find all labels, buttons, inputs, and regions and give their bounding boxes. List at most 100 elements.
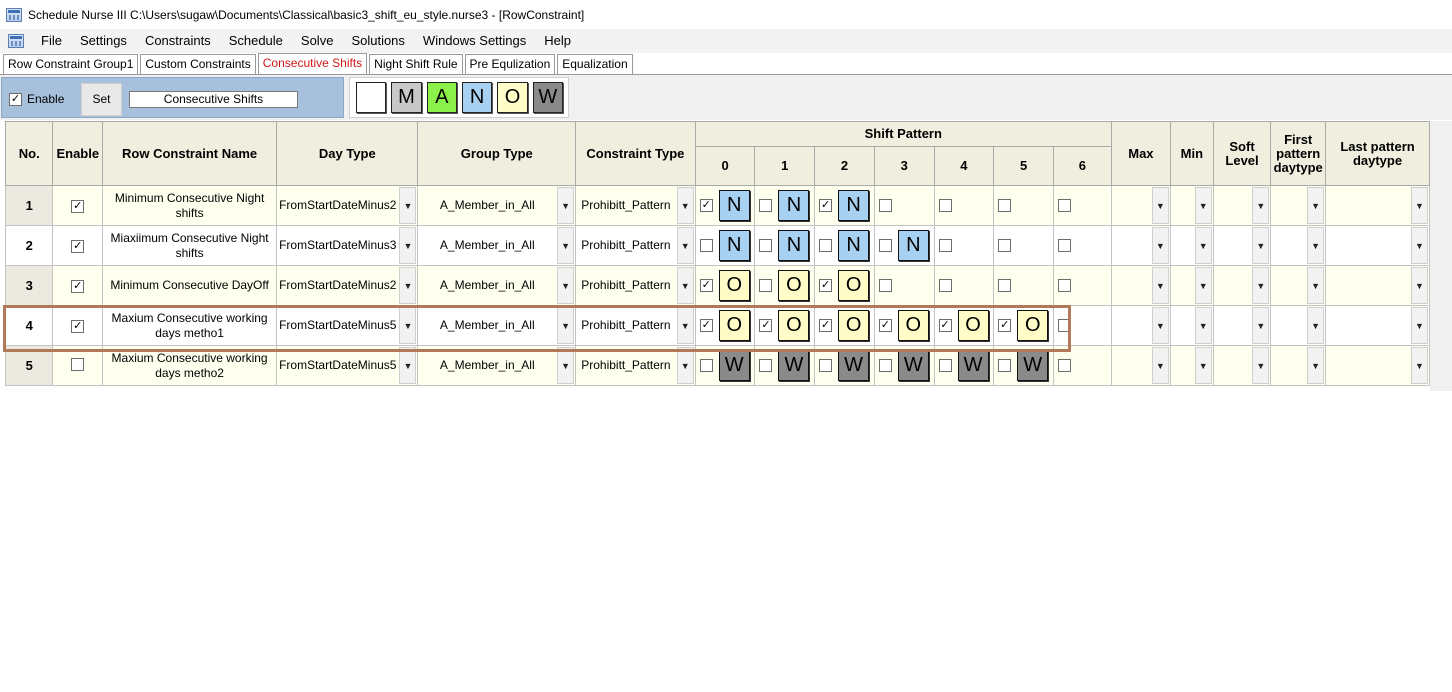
table-row[interactable]: 2 ✓ Miaxiimum Consecutive Night shifts From… <box>5 225 1430 266</box>
row-constraint-type[interactable]: Prohibitt_Pattern ▼ <box>575 305 696 346</box>
row-last-pattern[interactable]: ▼ <box>1325 265 1430 306</box>
shift-n-chip[interactable]: N <box>718 190 750 221</box>
table-row[interactable]: 5 Maxium Consecutive working days metho2 F… <box>5 345 1430 386</box>
table-row[interactable]: 3 ✓ Minimum Consecutive DayOff FromStartDat… <box>5 265 1430 306</box>
row-last-pattern-dropdown-arrow-icon[interactable]: ▼ <box>1411 267 1428 304</box>
menu-help[interactable]: Help <box>535 29 580 53</box>
row-min-dropdown-arrow-icon[interactable]: ▼ <box>1194 227 1212 264</box>
row-constraint-type[interactable]: Prohibitt_Pattern ▼ <box>575 265 696 306</box>
palette-shift-M[interactable]: M <box>391 82 422 113</box>
row-min-dropdown-arrow-icon[interactable]: ▼ <box>1194 347 1212 384</box>
row-max[interactable]: ▼ <box>1110 305 1171 346</box>
palette-shift-N[interactable]: N <box>461 82 493 113</box>
col-header-name[interactable]: Row Constraint Name <box>102 121 278 186</box>
col-header-first-pattern[interactable]: First pattern daytype <box>1270 121 1327 186</box>
pattern-checkbox[interactable] <box>819 359 833 372</box>
palette-shift-A[interactable]: A <box>426 82 457 113</box>
palette-shift-W[interactable]: W <box>532 82 563 113</box>
pattern-checkbox[interactable] <box>878 239 892 252</box>
pattern-checkbox[interactable]: ✓ <box>938 319 952 332</box>
tab-night-shift-rule[interactable]: Night Shift Rule <box>369 54 463 74</box>
tab-equalization[interactable]: Equalization <box>557 54 633 74</box>
col-header-pattern-6[interactable]: 6 <box>1052 146 1112 186</box>
pattern-checkbox[interactable]: ✓ <box>819 319 833 332</box>
row-constraint-name[interactable]: Miaxiimum Consecutive Night shifts <box>102 225 278 266</box>
row-constraint-type[interactable]: Prohibitt_Pattern ▼ <box>575 185 696 226</box>
pattern-cell-6[interactable] <box>1052 305 1112 346</box>
pattern-cell-0[interactable]: ✓ O <box>694 305 756 346</box>
row-constraint-type-dropdown-arrow-icon[interactable]: ▼ <box>676 187 694 224</box>
row-enable-checkbox[interactable] <box>71 357 85 371</box>
row-day-type-dropdown-arrow-icon[interactable]: ▼ <box>399 347 417 384</box>
pattern-checkbox[interactable] <box>938 239 952 252</box>
row-first-pattern[interactable]: ▼ <box>1270 305 1327 346</box>
row-min-dropdown-arrow-icon[interactable]: ▼ <box>1194 187 1212 224</box>
pattern-cell-2[interactable]: ✓ N <box>814 185 875 226</box>
menu-solutions[interactable]: Solutions <box>342 29 413 53</box>
row-day-type-dropdown-arrow-icon[interactable]: ▼ <box>399 307 417 344</box>
row-group-type-dropdown-arrow-icon[interactable]: ▼ <box>557 267 575 304</box>
pattern-cell-4[interactable]: W <box>933 345 995 386</box>
row-first-pattern-dropdown-arrow-icon[interactable]: ▼ <box>1307 227 1325 264</box>
row-enable-cell[interactable]: ✓ <box>52 305 104 346</box>
tab-pre-equlization[interactable]: Pre Equlization <box>464 54 556 74</box>
row-max[interactable]: ▼ <box>1110 225 1171 266</box>
row-first-pattern[interactable]: ▼ <box>1270 345 1327 386</box>
row-group-type[interactable]: A_Member_in_All ▼ <box>417 345 577 386</box>
pattern-cell-5[interactable]: W <box>993 345 1054 386</box>
col-header-no[interactable]: No. <box>5 121 54 186</box>
row-constraint-type[interactable]: Prohibitt_Pattern ▼ <box>575 345 696 386</box>
pattern-checkbox[interactable] <box>1057 239 1071 252</box>
row-last-pattern[interactable]: ▼ <box>1325 185 1430 226</box>
pattern-cell-5[interactable] <box>993 265 1054 306</box>
row-soft-level[interactable]: ▼ <box>1212 265 1272 306</box>
row-constraint-name[interactable]: Maxium Consecutive working days metho2 <box>102 345 278 386</box>
row-first-pattern-dropdown-arrow-icon[interactable]: ▼ <box>1307 307 1325 344</box>
row-day-type[interactable]: FromStartDateMinus5 ▼ <box>276 305 419 346</box>
pattern-cell-6[interactable] <box>1052 225 1112 266</box>
row-number[interactable]: 3 <box>5 265 54 306</box>
row-last-pattern[interactable]: ▼ <box>1325 345 1430 386</box>
pattern-cell-2[interactable]: W <box>814 345 875 386</box>
row-constraint-type-dropdown-arrow-icon[interactable]: ▼ <box>676 347 694 384</box>
tab-custom-constraints[interactable]: Custom Constraints <box>140 54 256 74</box>
row-group-type[interactable]: A_Member_in_All ▼ <box>417 225 577 266</box>
pattern-checkbox[interactable] <box>1057 279 1071 292</box>
menu-solve[interactable]: Solve <box>292 29 343 53</box>
col-header-pattern-2[interactable]: 2 <box>814 146 875 186</box>
col-header-day-type[interactable]: Day Type <box>276 121 419 186</box>
pattern-checkbox[interactable] <box>1057 319 1071 332</box>
pattern-checkbox[interactable] <box>819 239 833 252</box>
pattern-checkbox[interactable] <box>998 359 1012 372</box>
shift-o-chip[interactable]: O <box>778 310 810 341</box>
pattern-cell-1[interactable]: N <box>754 185 816 226</box>
pattern-cell-3[interactable]: N <box>873 225 935 266</box>
row-first-pattern-dropdown-arrow-icon[interactable]: ▼ <box>1307 267 1325 304</box>
table-row[interactable]: 1 ✓ Minimum Consecutive Night shifts FromSt… <box>5 185 1430 226</box>
pattern-checkbox[interactable]: ✓ <box>878 319 892 332</box>
row-min[interactable]: ▼ <box>1169 345 1214 386</box>
shift-o-chip[interactable]: O <box>778 270 810 301</box>
row-day-type[interactable]: FromStartDateMinus2 ▼ <box>276 185 419 226</box>
pattern-checkbox[interactable]: ✓ <box>699 199 713 212</box>
shift-w-chip[interactable]: W <box>957 350 989 381</box>
shift-n-chip[interactable]: N <box>897 230 929 261</box>
col-header-last-pattern[interactable]: Last pattern daytype <box>1325 121 1430 186</box>
row-max[interactable]: ▼ <box>1110 265 1171 306</box>
enable-checkbox[interactable]: ✓ Enable <box>9 92 64 106</box>
pattern-cell-6[interactable] <box>1052 345 1112 386</box>
palette-shift-O[interactable]: O <box>497 82 528 113</box>
pattern-cell-4[interactable] <box>933 265 995 306</box>
row-soft-level-dropdown-arrow-icon[interactable]: ▼ <box>1252 347 1270 384</box>
row-constraint-name[interactable]: Minimum Consecutive DayOff <box>102 265 278 306</box>
col-header-pattern-0[interactable]: 0 <box>694 146 756 186</box>
pattern-cell-3[interactable]: ✓ O <box>873 305 935 346</box>
row-number[interactable]: 1 <box>5 185 54 226</box>
shift-o-chip[interactable]: O <box>718 310 750 341</box>
shift-o-chip[interactable]: O <box>718 270 750 301</box>
row-max[interactable]: ▼ <box>1110 345 1171 386</box>
row-day-type[interactable]: FromStartDateMinus2 ▼ <box>276 265 419 306</box>
row-day-type-dropdown-arrow-icon[interactable]: ▼ <box>399 227 417 264</box>
pattern-cell-1[interactable]: ✓ O <box>754 305 816 346</box>
constraint-name-input[interactable]: Consecutive Shifts <box>129 91 298 108</box>
